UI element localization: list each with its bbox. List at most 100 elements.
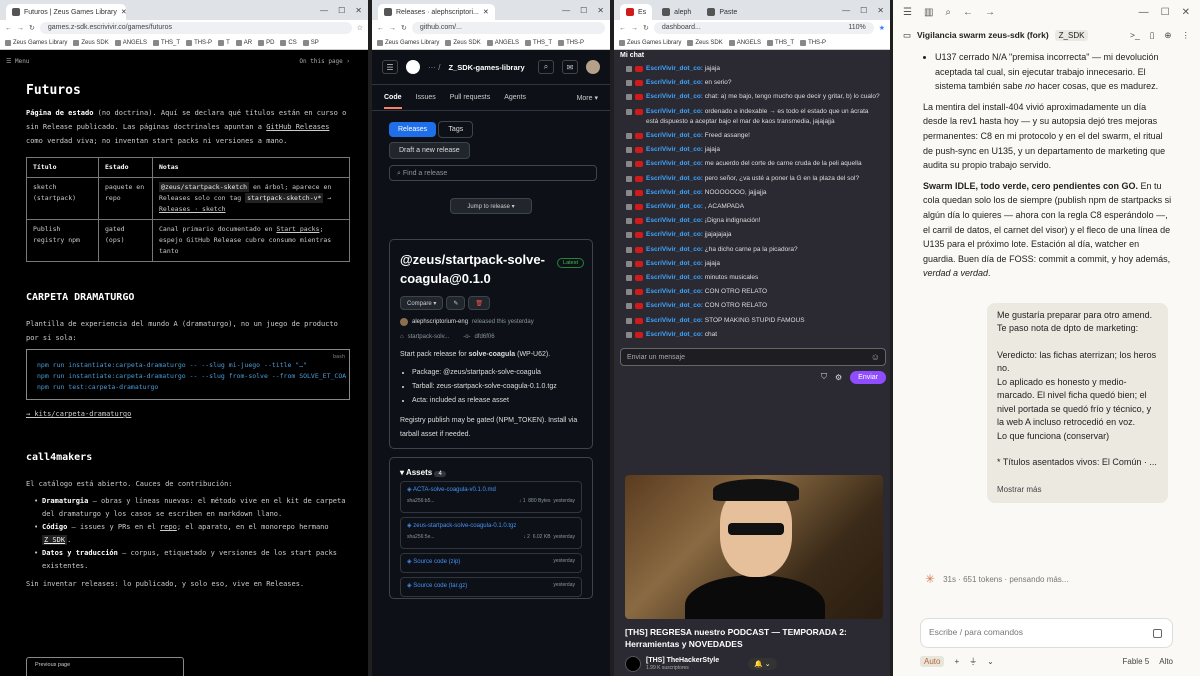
github-releases-link[interactable]: GitHub Releases <box>266 123 329 131</box>
tab-more[interactable]: More ▾ <box>577 94 598 102</box>
tab-paste[interactable]: Paste <box>701 4 743 20</box>
search-icon[interactable]: ⌕ <box>538 60 554 74</box>
on-this-page-button[interactable]: On this page › <box>299 58 350 65</box>
conversation-title[interactable]: Vigilancia swarm zeus-sdk (fork) <box>917 30 1049 40</box>
close-window-icon[interactable]: ✕ <box>1182 7 1190 18</box>
jump-to-release-button[interactable]: Jump to release ▾ <box>450 198 532 214</box>
maximize-icon[interactable]: ☐ <box>580 6 587 15</box>
chat-username[interactable]: EscriVivir_dot_co: <box>646 231 703 238</box>
reload-icon[interactable]: ↻ <box>643 24 649 32</box>
chat-username[interactable]: EscriVivir_dot_co: <box>646 189 703 196</box>
mic-icon[interactable]: ⏚ <box>969 656 977 667</box>
chat-username[interactable]: EscriVivir_dot_co: <box>646 146 703 153</box>
bookmark-item[interactable]: T <box>218 39 230 46</box>
bookmark-item[interactable]: THS_T <box>153 39 180 46</box>
asset-link[interactable]: ◈ Source code (tar.gz) <box>407 582 467 592</box>
tab-es[interactable]: Es <box>620 4 653 20</box>
bookmark-item[interactable]: Zeus SDK <box>687 39 723 46</box>
project-tag[interactable]: Z_SDK <box>1054 29 1089 41</box>
tab-pull-requests[interactable]: Pull requests <box>450 94 490 101</box>
zoom-level[interactable]: 110% <box>848 24 865 31</box>
chat-username[interactable]: EscriVivir_dot_co: <box>646 203 703 210</box>
maximize-icon[interactable]: ☐ <box>860 6 867 15</box>
chat-username[interactable]: EscriVivir_dot_co: <box>646 331 703 338</box>
star-icon[interactable]: ☆ <box>357 24 363 32</box>
chat-username[interactable]: EscriVivir_dot_co: <box>646 132 703 139</box>
chat-username[interactable]: EscriVivir_dot_co: <box>646 175 703 182</box>
chat-input[interactable]: Enviar un mensaje ☺ <box>620 348 886 367</box>
panel-icon[interactable]: ▯ <box>1150 30 1155 41</box>
model-selector[interactable]: Fable 5 <box>1123 657 1150 666</box>
bell-icon[interactable]: 🔔 ⌄ <box>748 658 777 670</box>
draft-release-button[interactable]: Draft a new release <box>389 142 470 159</box>
compare-button[interactable]: Compare ▾ <box>400 296 444 310</box>
bookmark-item[interactable]: THS-P <box>186 39 212 46</box>
previous-page-button[interactable]: Previous page <box>26 657 184 676</box>
address-field[interactable]: games.z-sdk.escrivivir.co/games/futuros <box>39 22 352 34</box>
channel-name[interactable]: [THS] TheHackerStyle <box>646 657 719 664</box>
back-icon[interactable]: ← <box>619 25 626 32</box>
bookmark-item[interactable]: THS-P <box>800 39 826 46</box>
chat-username[interactable]: EscriVivir_dot_co: <box>646 274 703 281</box>
chat-username[interactable]: EscriVivir_dot_co: <box>646 160 703 167</box>
tab-futuros[interactable]: Futuros | Zeus Games Library ✕ <box>6 4 126 20</box>
bookmark-item[interactable]: ANGELS <box>728 39 761 46</box>
inbox-icon[interactable]: ✉ <box>562 60 578 74</box>
bookmark-item[interactable]: Zeus Games Library <box>377 39 439 46</box>
back-icon[interactable]: ← <box>377 25 384 32</box>
minimize-icon[interactable]: — <box>320 6 328 15</box>
menu-icon[interactable]: ☰ <box>903 7 912 18</box>
address-field[interactable]: github.com/... <box>411 22 605 34</box>
effort-selector[interactable]: Alto <box>1159 657 1173 666</box>
release-title[interactable]: @zeus/startpack-solve-coagula@0.1.0 <box>400 250 560 288</box>
bookmark-item[interactable]: Zeus Games Library <box>619 39 681 46</box>
kit-link[interactable]: → kits/carpeta-dramaturgo <box>26 410 350 418</box>
minimize-icon[interactable]: — <box>1139 7 1149 18</box>
tab-issues[interactable]: Issues <box>416 94 436 101</box>
globe-icon[interactable]: ⊕ <box>1164 30 1171 41</box>
asset-link[interactable]: ◈ ACTA-solve-coagula-v0.1.0.md <box>407 486 575 498</box>
reload-icon[interactable]: ↻ <box>401 24 407 32</box>
repo-link[interactable]: repo <box>160 523 177 531</box>
close-tab-icon[interactable]: ✕ <box>121 8 126 16</box>
chat-message-list[interactable]: EscriVivir_dot_co: jajaja EscriVivir_dot_… <box>614 62 890 342</box>
shield-icon[interactable]: ⛉ <box>821 372 827 382</box>
auto-mode-button[interactable]: Auto <box>920 655 945 667</box>
menu-button[interactable]: ☰ Menu <box>6 58 29 65</box>
send-button[interactable]: Enviar <box>850 370 886 384</box>
assets-header[interactable]: ▾ Assets 4 <box>400 468 582 477</box>
add-icon[interactable]: + <box>954 657 959 666</box>
find-release-input[interactable]: ⌕ Find a release <box>389 165 597 181</box>
forward-icon[interactable]: → <box>985 7 995 18</box>
close-window-icon[interactable]: ✕ <box>597 6 604 15</box>
edit-icon[interactable]: ✎ <box>446 296 466 310</box>
chat-username[interactable]: EscriVivir_dot_co: <box>646 302 703 309</box>
bookmark-item[interactable]: Zeus SDK <box>445 39 481 46</box>
avatar[interactable] <box>586 60 600 74</box>
close-window-icon[interactable]: ✕ <box>877 6 884 15</box>
close-window-icon[interactable]: ✕ <box>355 6 362 15</box>
start-packs-link[interactable]: Start packs <box>276 225 319 233</box>
tab-aleph[interactable]: aleph <box>656 4 697 20</box>
chat-username[interactable]: EscriVivir_dot_co: <box>646 260 703 267</box>
releases-tab-button[interactable]: Releases <box>389 122 437 137</box>
chat-username[interactable]: EscriVivir_dot_co: <box>646 79 703 86</box>
chat-username[interactable]: EscriVivir_dot_co: <box>646 246 703 253</box>
video-thumbnail[interactable] <box>625 475 883 619</box>
maximize-icon[interactable]: ☐ <box>1161 7 1170 18</box>
repo-name[interactable]: Z_SDK-games-library <box>448 63 524 72</box>
video-title[interactable]: [THS] REGRESA nuestro PODCAST — TEMPORAD… <box>625 626 883 650</box>
options-icon[interactable]: ⌄ <box>987 657 994 666</box>
bookmark-item[interactable]: PD <box>258 39 274 46</box>
search-icon[interactable]: ⌕ <box>945 7 951 18</box>
tags-tab-button[interactable]: Tags <box>438 121 474 138</box>
bookmark-item[interactable]: AR <box>235 39 252 46</box>
address-field[interactable]: dashboard... 110% <box>653 22 874 34</box>
author-link[interactable]: alephscriptorium-eng <box>412 319 468 325</box>
chat-username[interactable]: EscriVivir_dot_co: <box>646 317 703 324</box>
chat-username[interactable]: EscriVivir_dot_co: <box>646 288 703 295</box>
close-tab-icon[interactable]: ✕ <box>483 8 489 16</box>
star-icon[interactable]: ★ <box>879 24 885 32</box>
bookmark-item[interactable]: Zeus Games Library <box>5 39 67 46</box>
bookmark-item[interactable]: ANGELS <box>114 39 147 46</box>
